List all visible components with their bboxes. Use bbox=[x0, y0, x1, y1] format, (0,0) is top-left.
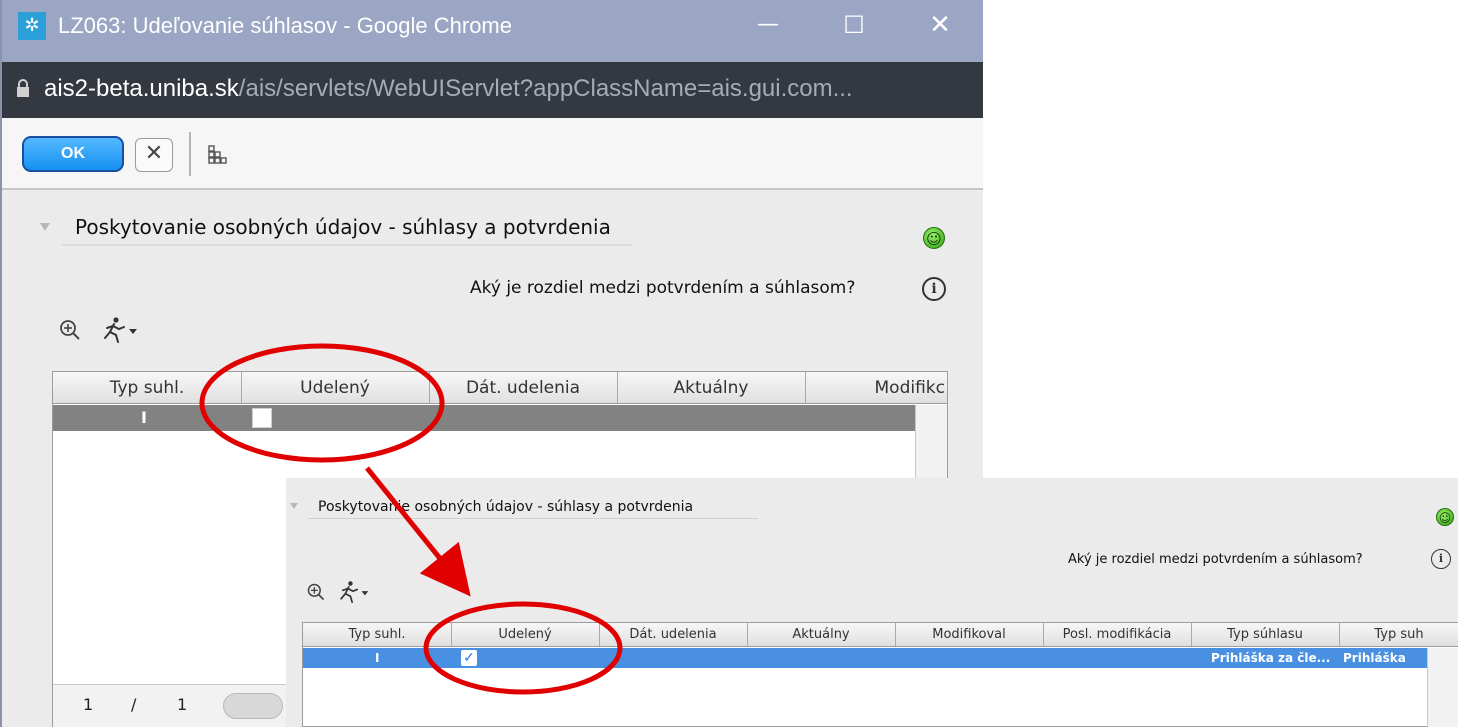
collapse-arrow-icon[interactable] bbox=[40, 223, 50, 231]
pager-slider[interactable] bbox=[223, 693, 283, 719]
pager-total: 1 bbox=[177, 695, 188, 714]
udeleny-checkbox[interactable]: ✓ bbox=[461, 650, 477, 666]
grid-icon[interactable] bbox=[207, 144, 229, 166]
udeleny-checkbox[interactable] bbox=[252, 408, 272, 428]
consent-question-link[interactable]: Aký je rozdiel medzi potvrdením a súhlas… bbox=[470, 275, 855, 301]
ok-button[interactable]: OK bbox=[22, 136, 124, 172]
cancel-button[interactable]: ✕ bbox=[135, 138, 173, 172]
table-header: Typ suhl. Udelený Dát. udelenia Aktuálny… bbox=[303, 623, 1458, 647]
table-header: Typ suhl. Udelený Dát. udelenia Aktuálny… bbox=[53, 372, 947, 404]
title-bar: ✲ LZ063: Udeľovanie súhlasov - Google Ch… bbox=[2, 0, 983, 62]
toolbar-divider bbox=[189, 132, 191, 176]
column-header-typ[interactable]: Typ suhl. bbox=[303, 623, 452, 646]
url-text[interactable]: ais2-beta.uniba.sk/ais/servlets/WebUISer… bbox=[44, 74, 853, 104]
consent-table: Typ suhl. Udelený Dát. udelenia Aktuálny… bbox=[302, 622, 1458, 727]
collapse-arrow-icon[interactable] bbox=[290, 503, 298, 509]
column-header-aktualny[interactable]: Aktuálny bbox=[747, 623, 896, 646]
smiley-icon: ☺ bbox=[923, 227, 945, 249]
dialog-toolbar: OK ✕ bbox=[2, 118, 983, 190]
zoom-icon[interactable] bbox=[58, 318, 82, 342]
column-header-udeleny[interactable]: Udelený bbox=[241, 372, 430, 403]
panel-title: Poskytovanie osobných údajov - súhlasy a… bbox=[318, 499, 694, 515]
column-header-udeleny[interactable]: Udelený bbox=[451, 623, 600, 646]
panel-title-underline bbox=[308, 518, 758, 519]
app-icon: ✲ bbox=[18, 12, 46, 40]
panel-title: Poskytovanie osobných údajov - súhlasy a… bbox=[75, 215, 611, 239]
column-header-typ-suh[interactable]: Typ suh bbox=[1339, 623, 1458, 646]
column-header-posl-modifikacia[interactable]: Posl. modifikácia bbox=[1043, 623, 1192, 646]
minimize-icon[interactable]: — bbox=[748, 8, 788, 42]
vertical-scrollbar[interactable] bbox=[1427, 648, 1458, 727]
column-header-modifikoval[interactable]: Modifikoval bbox=[895, 623, 1044, 646]
cell-typ-suh: Prihláška bbox=[1343, 651, 1406, 665]
column-header-dat-udelenia[interactable]: Dát. udelenia bbox=[429, 372, 618, 403]
column-header-dat-udelenia[interactable]: Dát. udelenia bbox=[599, 623, 748, 646]
pager-separator: / bbox=[131, 695, 137, 714]
panel-title-underline bbox=[62, 244, 632, 246]
run-icon[interactable] bbox=[99, 316, 139, 344]
pager-current: 1 bbox=[83, 695, 94, 714]
smiley-icon: ☺ bbox=[1436, 508, 1454, 526]
column-header-modifikoval[interactable]: Modifikc bbox=[805, 372, 947, 403]
column-header-aktualny[interactable]: Aktuálny bbox=[617, 372, 806, 403]
window-title: LZ063: Udeľovanie súhlasov - Google Chro… bbox=[58, 13, 512, 38]
cell-typ: I bbox=[141, 408, 147, 427]
zoom-icon[interactable] bbox=[306, 582, 326, 602]
info-icon[interactable]: i bbox=[1431, 549, 1451, 569]
table-row[interactable]: I bbox=[53, 405, 915, 431]
column-header-typ[interactable]: Typ suhl. bbox=[53, 372, 242, 403]
close-icon[interactable]: ✕ bbox=[920, 8, 960, 42]
cell-typ: I bbox=[375, 651, 380, 665]
run-icon[interactable] bbox=[336, 580, 370, 604]
cell-typ-suhlasu: Prihláška za čle... bbox=[1211, 651, 1331, 665]
zoomed-overlay-panel: Poskytovanie osobných údajov - súhlasy a… bbox=[286, 478, 1458, 727]
address-bar[interactable]: ais2-beta.uniba.sk/ais/servlets/WebUISer… bbox=[2, 62, 983, 118]
column-header-typ-suhlasu[interactable]: Typ súhlasu bbox=[1191, 623, 1340, 646]
maximize-icon[interactable]: ☐ bbox=[834, 8, 874, 42]
url-path: /ais/servlets/WebUIServlet?appClassName=… bbox=[238, 75, 853, 102]
table-row[interactable]: I ✓ Prihláška za čle... Prihláška bbox=[303, 648, 1427, 668]
url-host: ais2-beta.uniba.sk bbox=[44, 75, 239, 102]
info-icon[interactable]: i bbox=[922, 277, 946, 301]
consent-question-link[interactable]: Aký je rozdiel medzi potvrdením a súhlas… bbox=[1068, 550, 1363, 570]
lock-icon bbox=[17, 79, 29, 97]
